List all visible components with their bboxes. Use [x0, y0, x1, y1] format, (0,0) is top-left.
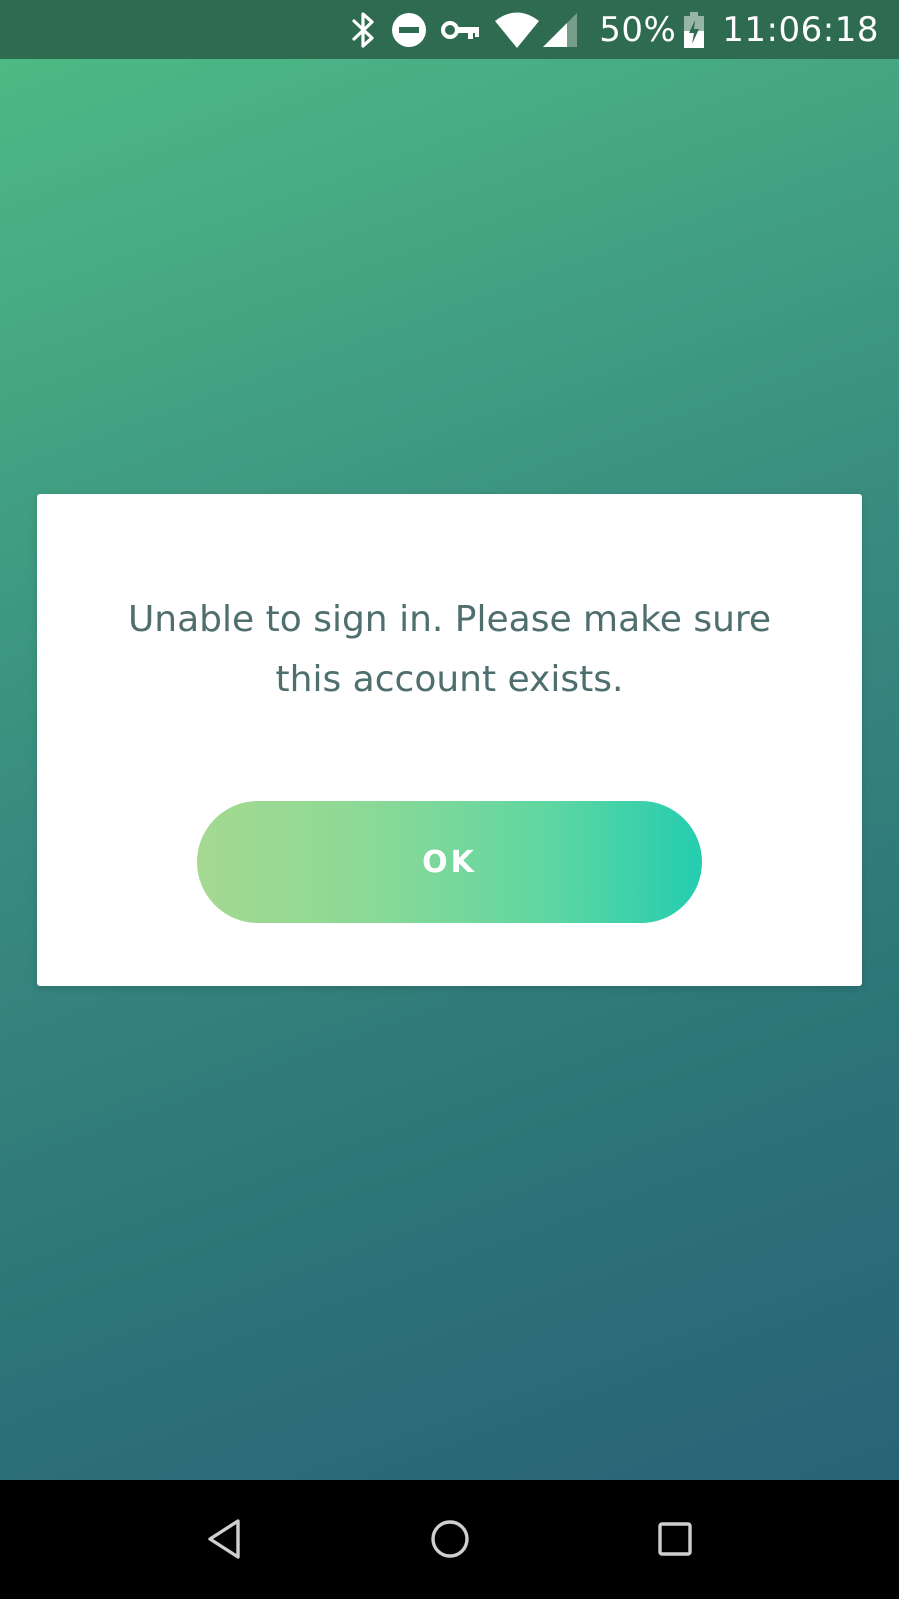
clock: 11:06:18 — [722, 9, 879, 50]
wifi-icon — [495, 12, 540, 48]
status-bar: 50% 11:06:18 — [0, 0, 899, 59]
dialog-message: Unable to sign in. Please make sure this… — [127, 599, 772, 700]
home-button[interactable] — [415, 1504, 485, 1574]
error-dialog: Unable to sign in. Please make sure this… — [37, 494, 862, 986]
app-screen: 50% 11:06:18 Unable to sign in. Please m… — [0, 0, 899, 1599]
vpn-key-icon — [441, 17, 481, 43]
recents-button[interactable] — [640, 1504, 710, 1574]
ok-button[interactable]: OK — [197, 801, 702, 923]
battery-charging-icon — [684, 11, 705, 48]
cell-signal-icon — [543, 12, 578, 47]
home-icon — [431, 1520, 469, 1558]
back-button[interactable] — [190, 1504, 260, 1574]
do-not-disturb-icon — [391, 12, 427, 48]
recents-icon — [658, 1522, 692, 1556]
navigation-bar — [0, 1480, 899, 1599]
bluetooth-icon — [351, 11, 377, 49]
battery-percent: 50% — [599, 9, 677, 50]
back-icon — [208, 1519, 240, 1559]
